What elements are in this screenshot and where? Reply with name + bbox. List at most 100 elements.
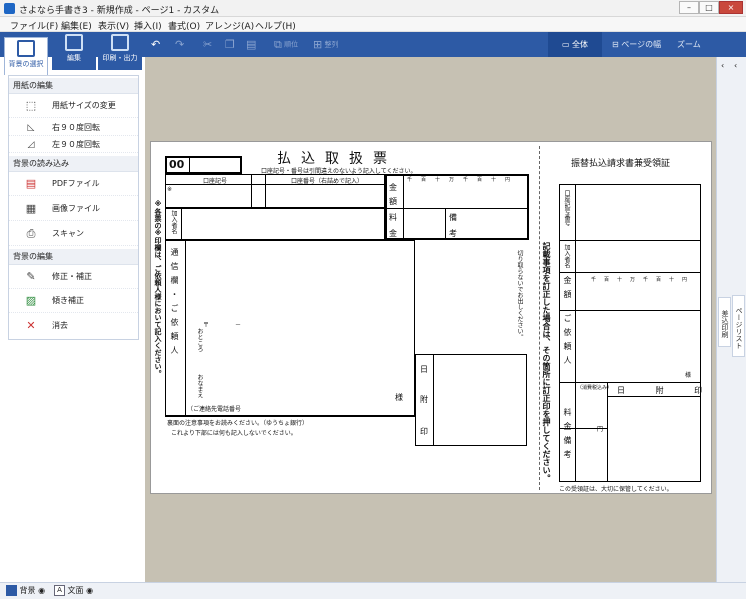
redo-button[interactable]: ↷ [175, 36, 184, 53]
view-zoom-button[interactable]: ズーム [677, 32, 703, 57]
view-whole-button[interactable]: ▭ 全体 [548, 32, 602, 57]
section-paper: 用紙の編集 [9, 78, 138, 94]
tab-page-list[interactable]: ページリスト [732, 295, 745, 357]
cut-note: 切り取らないでお出しください。 [516, 250, 523, 340]
app-icon [4, 3, 15, 14]
align-label: 整列 [324, 40, 339, 49]
menu-format[interactable]: 書式(O) [168, 19, 200, 32]
rotate-right[interactable]: ◺ 右９０度回転 [9, 120, 138, 136]
date-stamp-box [415, 354, 527, 446]
load-scan-label: スキャン [52, 229, 84, 238]
tab-background-select[interactable]: 背景の選択 [4, 37, 48, 75]
layer-background[interactable]: 背景 ◉ [6, 585, 45, 596]
fee-remarks-divider [445, 208, 446, 240]
section-edit: 背景の編集 [9, 249, 138, 265]
tab-print-output[interactable]: 印刷・出力 [98, 32, 142, 70]
receipt-client-label: ご依頼人 [563, 314, 572, 370]
correct-icon: ✎ [26, 270, 36, 283]
receipt-honorific: 様 [685, 372, 692, 379]
order-button[interactable]: ⧉ 順位 [274, 36, 298, 53]
window-title: さよなら手書き3 - 新規作成 - ページ1 - カスタム [19, 6, 220, 16]
receipt-line-4 [559, 382, 701, 383]
order-label: 順位 [284, 40, 299, 49]
menu-arrange[interactable]: アレンジ(A) [205, 19, 254, 32]
eye-icon[interactable]: ◉ [38, 586, 45, 595]
account-divider-2 [265, 174, 266, 208]
edit-correct-label: 修正・補正 [52, 272, 92, 281]
receipt-note: この受領証は、大切に保管してください。 [559, 486, 673, 493]
receipt-digits: 千百十万千百十円 [591, 277, 696, 283]
date-char-3: 印 [420, 427, 428, 436]
receipt-account-label: 口座記号番号 [563, 190, 570, 226]
edit-correct[interactable]: ✎ 修正・補正 [9, 265, 138, 289]
rotate-left[interactable]: ◿ 左９０度回転 [9, 137, 138, 153]
load-image[interactable]: ▦ 画像ファイル [9, 197, 138, 221]
copy-icon: ❐ [225, 38, 235, 51]
right-bar: ‹ ‹ 差込印刷 ページリスト [716, 57, 746, 582]
fee-char-1: 料 [389, 213, 397, 222]
comm-label: 通信欄・ご依頼人 [170, 248, 179, 360]
collapse-left-icon-2[interactable]: ‹ [734, 61, 737, 70]
receipt-line-6 [607, 396, 701, 397]
receipt-line-2 [559, 272, 701, 273]
paste-button[interactable]: ▤ [246, 36, 256, 53]
name-label: おなまえ [196, 374, 203, 398]
minimize-button[interactable]: – [679, 1, 699, 14]
tab-edit[interactable]: 編集 [52, 32, 96, 70]
align-icon: ⊞ [313, 38, 323, 51]
view-whole-label: 全体 [572, 40, 589, 49]
subscriber-divider [181, 208, 182, 240]
page-whole-icon: ▭ [561, 40, 570, 49]
collapse-left-icon[interactable]: ‹ [721, 61, 724, 70]
bottom-line [165, 416, 415, 417]
tab-mail-merge[interactable]: 差込印刷 [718, 297, 731, 347]
background-layer-icon [6, 585, 17, 596]
edit-erase[interactable]: ✕ 消去 [9, 314, 138, 338]
menu-view[interactable]: 表示(V) [98, 19, 129, 32]
account-divider [251, 174, 252, 208]
paper-size-label: 用紙サイズの変更 [52, 101, 116, 110]
phone-label: （ご連絡先電話番号 [187, 406, 242, 413]
code-text: 00 [169, 158, 185, 171]
remarks-char-2: 考 [449, 229, 457, 238]
receipt-amount-label: 金額 [563, 276, 572, 304]
edit-skew[interactable]: ▨ 傾き補正 [9, 289, 138, 313]
text-layer-icon: A [54, 585, 65, 596]
view-page-width-button[interactable]: ⊟ ページの幅 [612, 32, 672, 57]
asterisk-1: ※ [167, 186, 173, 193]
maximize-button[interactable]: □ [699, 1, 719, 14]
below-note: これより下部には何も記入しないでください。 [171, 430, 297, 437]
close-button[interactable]: × [719, 1, 743, 14]
menu-help[interactable]: ヘルプ(H) [255, 19, 296, 32]
eye-icon-2[interactable]: ◉ [86, 586, 93, 595]
postal-dash: － [235, 322, 242, 329]
amount-box [385, 174, 529, 240]
tab-background-label: 背景の選択 [8, 60, 44, 68]
undo-button[interactable]: ↶ [151, 36, 160, 53]
view-width-label: ページの幅 [621, 40, 662, 49]
paper-size-icon: ⬚ [25, 99, 37, 112]
layer-text[interactable]: A 文面 ◉ [54, 585, 93, 596]
receipt-line-3 [559, 310, 701, 311]
menu-bar: ファイル(F) 編集(E) 表示(V) 挿入(I) 書式(O) アレンジ(A) … [0, 17, 746, 32]
undo-icon: ↶ [151, 38, 161, 51]
menu-edit[interactable]: 編集(E) [61, 19, 92, 32]
copy-button[interactable]: ❐ [225, 36, 235, 53]
status-bar: 背景 ◉ A 文面 ◉ [0, 582, 746, 599]
tab-edit-label: 編集 [67, 54, 81, 62]
paper-size-change[interactable]: ⬚ 用紙サイズの変更 [9, 94, 138, 118]
cut-button[interactable]: ✂ [203, 36, 212, 53]
scanner-icon: ⎙ [26, 227, 36, 240]
mode-tabs: 背景の選択 編集 印刷・出力 [4, 32, 142, 75]
align-button[interactable]: ⊞ 整列 [313, 36, 338, 53]
pen-icon [65, 34, 83, 51]
address-label: おところ [196, 328, 203, 352]
load-scan[interactable]: ⎙ スキャン [9, 222, 138, 246]
document-page[interactable]: 00 払込取扱票 口座記号・番号は引間違えのないよう記入してください。 口座記号… [150, 141, 712, 494]
section-load: 背景の読み込み [9, 156, 138, 172]
subscriber-label: 加入者名 [170, 210, 177, 234]
menu-file[interactable]: ファイル(F) [10, 19, 58, 32]
cut-line [539, 146, 540, 490]
load-pdf[interactable]: ▤ PDFファイル [9, 172, 138, 196]
menu-insert[interactable]: 挿入(I) [134, 19, 162, 32]
